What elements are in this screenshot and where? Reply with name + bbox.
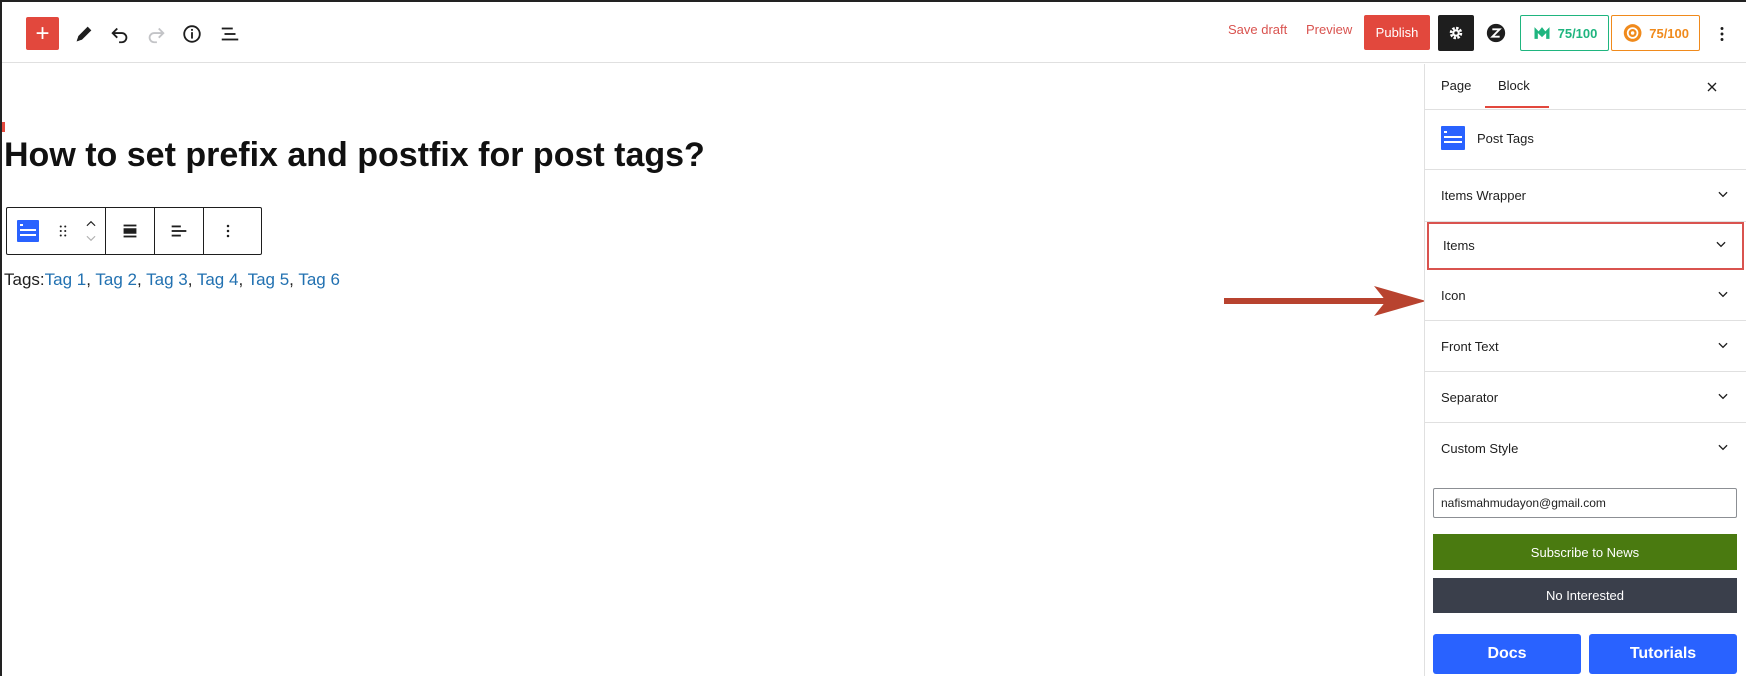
tag-link[interactable]: Tag 6 <box>298 270 340 289</box>
chevron-down-icon <box>1716 187 1730 204</box>
block-toolbar <box>6 207 262 255</box>
subscribe-button[interactable]: Subscribe to News <box>1433 534 1737 570</box>
editor-top-toolbar: + Save draft Preview Publish 75/100 75/1… <box>2 2 1746 63</box>
add-block-button[interactable]: + <box>26 17 59 50</box>
panel-label: Items Wrapper <box>1441 188 1527 203</box>
publish-button[interactable]: Publish <box>1364 15 1430 50</box>
tag-link[interactable]: Tag 3 <box>146 270 188 289</box>
panel-label: Separator <box>1441 389 1499 405</box>
block-card: Post Tags <box>1425 110 1746 170</box>
block-indicator <box>2 122 5 132</box>
panel-items[interactable]: Items <box>1427 222 1744 270</box>
chevron-down-icon <box>1716 389 1730 406</box>
docs-button[interactable]: Docs <box>1433 634 1581 674</box>
not-interested-button[interactable]: No Interested <box>1433 578 1737 613</box>
tag-link[interactable]: Tag 1 <box>45 270 87 289</box>
block-name: Post Tags <box>1477 131 1534 146</box>
drag-handle-icon[interactable] <box>49 208 77 254</box>
chevron-down-icon <box>1716 440 1730 457</box>
chevron-down-icon <box>1716 287 1730 304</box>
chevron-down-icon[interactable] <box>83 231 99 245</box>
tab-block[interactable]: Block <box>1498 78 1530 93</box>
save-draft-button[interactable]: Save draft <box>1228 22 1287 37</box>
tab-page[interactable]: Page <box>1441 78 1471 93</box>
readability-score-button[interactable]: 75/100 <box>1611 15 1700 51</box>
options-menu-icon[interactable] <box>1708 20 1736 48</box>
text-align-left-icon[interactable] <box>155 208 203 254</box>
panel-front-text[interactable]: Front Text <box>1425 321 1746 372</box>
tags-prefix: Tags: <box>4 270 45 289</box>
tag-separator: , <box>86 270 96 289</box>
panel-separator[interactable]: Separator <box>1425 372 1746 423</box>
tag-separator: , <box>238 270 248 289</box>
panel-label: Items <box>1443 238 1475 253</box>
tag-separator: , <box>136 270 147 289</box>
panel-label: Icon <box>1441 287 1466 303</box>
panel-label: Custom Style <box>1441 441 1519 456</box>
chevron-down-icon <box>1714 237 1728 254</box>
settings-gear-button[interactable] <box>1438 15 1474 51</box>
info-icon[interactable] <box>178 20 206 48</box>
preview-button[interactable]: Preview <box>1306 22 1352 37</box>
panel-items-wrapper[interactable]: Items Wrapper <box>1425 170 1746 222</box>
block-toolbar-group-text-align <box>155 208 204 254</box>
undo-icon[interactable] <box>106 20 134 48</box>
settings-sidebar: Page Block Post Tags Items Wrapper Items… <box>1424 64 1746 676</box>
readability-score-value: 75/100 <box>1649 25 1689 41</box>
panel-custom-style[interactable]: Custom Style <box>1425 423 1746 474</box>
edit-pencil-icon[interactable] <box>70 20 98 48</box>
block-toolbar-group-more <box>204 208 252 254</box>
tag-separator: , <box>289 270 299 289</box>
chevron-up-icon[interactable] <box>83 217 99 231</box>
list-view-icon[interactable] <box>216 20 244 48</box>
redo-icon[interactable] <box>142 20 170 48</box>
tag-link[interactable]: Tag 4 <box>197 270 239 289</box>
seo-plugin-icon <box>1534 27 1550 39</box>
more-options-icon[interactable] <box>204 208 252 254</box>
post-tags-block[interactable]: Tags:Tag 1, Tag 2, Tag 3, Tag 4, Tag 5, … <box>4 270 340 290</box>
email-field[interactable] <box>1433 488 1737 518</box>
chevron-down-icon <box>1716 338 1730 355</box>
panel-label: Front Text <box>1441 338 1499 354</box>
tag-separator: , <box>187 270 197 289</box>
panel-icon[interactable]: Icon <box>1425 270 1746 321</box>
tutorials-button[interactable]: Tutorials <box>1589 634 1737 674</box>
editor-canvas: How to set prefix and postfix for post t… <box>2 64 1426 676</box>
move-up-down-control[interactable] <box>77 208 105 254</box>
block-align-icon[interactable] <box>106 208 154 254</box>
annotation-arrow-icon <box>1224 286 1426 316</box>
block-toolbar-group-align <box>106 208 155 254</box>
close-sidebar-button[interactable] <box>1702 77 1722 97</box>
post-title[interactable]: How to set prefix and postfix for post t… <box>4 136 705 175</box>
readability-plugin-icon <box>1623 24 1642 42</box>
seo-score-button[interactable]: 75/100 <box>1520 15 1609 51</box>
seo-score-value: 75/100 <box>1557 25 1598 41</box>
post-tags-block-icon[interactable] <box>7 208 49 254</box>
post-tags-icon <box>1441 126 1465 150</box>
tag-link[interactable]: Tag 5 <box>248 270 290 289</box>
tag-link[interactable]: Tag 2 <box>95 270 137 289</box>
active-tab-indicator <box>1485 106 1549 108</box>
block-toolbar-group-move <box>7 208 106 254</box>
plugin-z-icon[interactable] <box>1482 19 1510 47</box>
close-icon <box>1707 82 1717 92</box>
gear-icon <box>1449 26 1463 40</box>
sidebar-tabs: Page Block <box>1425 64 1746 110</box>
